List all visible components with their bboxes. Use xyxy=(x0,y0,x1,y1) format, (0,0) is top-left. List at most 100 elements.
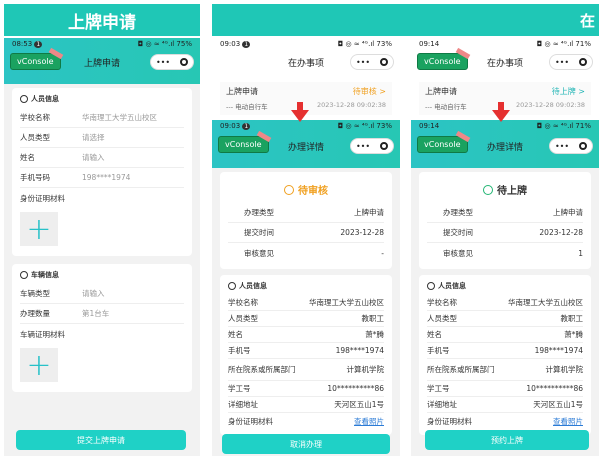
person-card: 人员信息 学校名称 华南理工大学五山校区 人员类型 教职工 姓名 萧*腾 手机号 198… xyxy=(419,275,591,435)
page-title: 办理详情 xyxy=(486,142,523,153)
summary-row: 提交时间 2023-12-28 xyxy=(427,223,583,243)
person-section-title: 人员信息 xyxy=(20,94,184,104)
status-card: 待上牌 办理类型 上牌申请 提交时间 2023-12-28 审核意见 1 xyxy=(419,172,591,269)
upload-id-button[interactable]: + xyxy=(20,211,58,247)
vehicle-icon xyxy=(20,271,28,279)
info-row: 人员类型 教职工 xyxy=(427,311,583,327)
todo-item-status[interactable]: 待上牌 > xyxy=(552,86,585,97)
phone-panel1: 08:53 1 ◘ ◎ ≈ ⁴ᴳ.ıl 75% vConsole 上牌申请 ••… xyxy=(4,38,200,456)
close-icon[interactable] xyxy=(579,142,588,150)
banner-title-fragment: 在 xyxy=(579,11,595,30)
capsule-menu[interactable]: ••• xyxy=(350,138,394,154)
more-icon[interactable]: ••• xyxy=(156,58,170,67)
summary-row: 办理类型 上牌申请 xyxy=(427,203,583,223)
capsule-menu[interactable]: ••• xyxy=(549,138,593,154)
close-icon[interactable] xyxy=(380,58,389,66)
status-icons: ◘ ◎ ≈ ⁴ᴳ.ıl 71% xyxy=(536,122,591,130)
notification-badge: 1 xyxy=(34,41,43,48)
person-section-title: 人员信息 xyxy=(228,281,384,291)
capsule-menu[interactable]: ••• xyxy=(350,54,394,70)
info-row: 身份证明材料 查看照片 xyxy=(228,416,384,426)
person-card: 人员信息 学校名称 华南理工大学五山校区 人员类型 请选择 姓名 请输入 手机号码 19… xyxy=(12,88,192,256)
phone-panel3: 09:14 ◘ ◎ ≈ ⁴ᴳ.ıl 71% vConsole 在办事项 ••• … xyxy=(411,38,599,456)
close-icon[interactable] xyxy=(579,58,588,66)
state-label: 待上牌 xyxy=(497,186,527,197)
summary-row: 提交时间 2023-12-28 xyxy=(228,223,384,243)
status-bar: 09:03 1 ◘ ◎ ≈ ⁴ᴳ.ıl 73% xyxy=(212,38,400,50)
form-row-vehicle-proof: 车辆证明材料 xyxy=(20,329,65,339)
info-row: 人员类型 教职工 xyxy=(228,311,384,327)
summary-row: 审核意见 - xyxy=(244,248,384,258)
state-header: 待审核 xyxy=(228,182,384,197)
more-icon[interactable]: ••• xyxy=(356,142,370,151)
status-icons: ◘ ◎ ≈ ⁴ᴳ.ıl 71% xyxy=(536,40,591,48)
form-row-id-proof: 身份证明材料 xyxy=(20,193,65,203)
todo-item-title: 上牌申请 xyxy=(425,87,457,96)
close-icon[interactable] xyxy=(180,58,189,66)
book-plate-button[interactable]: 预约上牌 xyxy=(425,430,589,450)
vconsole-button[interactable]: vConsole xyxy=(218,136,269,153)
cancel-button[interactable]: 取消办理 xyxy=(222,434,390,454)
capsule-menu[interactable]: ••• xyxy=(150,54,194,70)
page-title: 办理详情 xyxy=(287,142,324,153)
info-row: 学校名称 华南理工大学五山校区 xyxy=(228,295,384,311)
more-icon[interactable]: ••• xyxy=(555,142,569,151)
vehicle-card: 车辆信息 车辆类型 请输入 办理数量 第1台车 车辆证明材料 + xyxy=(12,264,192,392)
navbar: vConsole 办理详情 ••• xyxy=(411,132,599,160)
notification-badge: 1 xyxy=(242,123,251,130)
red-arrow-icon xyxy=(291,102,309,122)
form-row-name[interactable]: 姓名 请输入 xyxy=(20,148,184,168)
check-circle-icon xyxy=(483,184,493,195)
info-row: 姓名 萧*腾 xyxy=(228,327,384,343)
page-title: 上牌申请 xyxy=(83,58,120,69)
navbar: vConsole 上牌申请 ••• xyxy=(4,50,200,74)
form-row-type[interactable]: 人员类型 请选择 xyxy=(20,128,184,148)
todo-item-title: 上牌申请 xyxy=(226,87,258,96)
more-icon[interactable]: ••• xyxy=(555,58,569,67)
vconsole-button[interactable]: vConsole xyxy=(10,53,61,70)
todo-item-time: 2023-12-28 09:02:38 xyxy=(515,101,585,109)
submit-button[interactable]: 提交上牌申请 xyxy=(16,430,186,450)
page-title: 在办事项 xyxy=(486,58,523,69)
detail-screen: 09:03 1 ◘ ◎ ≈ ⁴ᴳ.ıl 73% vConsole 办理详情 ••… xyxy=(212,120,400,456)
header: 08:53 1 ◘ ◎ ≈ ⁴ᴳ.ıl 75% vConsole 上牌申请 ••… xyxy=(4,38,200,84)
detail-header: 09:03 1 ◘ ◎ ≈ ⁴ᴳ.ıl 73% vConsole 办理详情 ••… xyxy=(212,120,400,168)
vehicle-section-title: 车辆信息 xyxy=(20,270,184,280)
capsule-menu[interactable]: ••• xyxy=(549,54,593,70)
form-row-phone[interactable]: 手机号码 198****1974 xyxy=(20,168,184,188)
summary-row: 办理类型 上牌申请 xyxy=(228,203,384,223)
info-row: 所在院系或所属部门 计算机学院 xyxy=(228,359,384,381)
status-icons: ◘ ◎ ≈ ⁴ᴳ.ıl 75% xyxy=(137,40,192,48)
info-row: 学校名称 华南理工大学五山校区 xyxy=(427,295,583,311)
person-card: 人员信息 学校名称 华南理工大学五山校区 人员类型 教职工 姓名 萧*腾 手机号 198… xyxy=(220,275,392,435)
status-icons: ◘ ◎ ≈ ⁴ᴳ.ıl 73% xyxy=(337,40,392,48)
view-photo-link[interactable]: 查看照片 xyxy=(553,417,583,426)
form-row-quantity[interactable]: 办理数量 第1台车 xyxy=(20,304,184,324)
person-icon xyxy=(20,95,28,103)
banner-panel1: 上牌申请 xyxy=(4,4,200,36)
view-photo-link[interactable]: 查看照片 xyxy=(354,417,384,426)
page-title: 在办事项 xyxy=(287,58,324,69)
vconsole-button[interactable]: vConsole xyxy=(417,136,468,153)
clock-icon xyxy=(284,184,294,195)
summary-row: 审核意见 1 xyxy=(443,248,583,258)
person-section-title: 人员信息 xyxy=(427,281,583,291)
more-icon[interactable]: ••• xyxy=(356,58,370,67)
info-row: 姓名 萧*腾 xyxy=(427,327,583,343)
info-row: 详细地址 天河区五山1号 xyxy=(427,397,583,413)
form-row-school[interactable]: 学校名称 华南理工大学五山校区 xyxy=(20,108,184,128)
info-row: 所在院系或所属部门 计算机学院 xyxy=(427,359,583,381)
form-row-vehicle-type[interactable]: 车辆类型 请输入 xyxy=(20,284,184,304)
close-icon[interactable] xyxy=(380,142,389,150)
plus-icon: + xyxy=(26,211,52,247)
vconsole-button[interactable]: vConsole xyxy=(417,53,468,70)
todo-item-sub: --- 电动自行车 xyxy=(425,103,467,111)
info-row: 手机号 198****1974 xyxy=(228,343,384,359)
status-bar: 09:14 ◘ ◎ ≈ ⁴ᴳ.ıl 71% xyxy=(411,38,599,50)
status-bar: 08:53 1 ◘ ◎ ≈ ⁴ᴳ.ıl 75% xyxy=(12,40,192,48)
todo-item-time: 2023-12-28 09:02:38 xyxy=(316,101,386,109)
navbar: 在办事项 ••• xyxy=(212,50,400,74)
todo-item-status[interactable]: 待审核 > xyxy=(353,86,386,97)
upload-vehicle-button[interactable]: + xyxy=(20,348,58,383)
state-header: 待上牌 xyxy=(427,182,583,197)
